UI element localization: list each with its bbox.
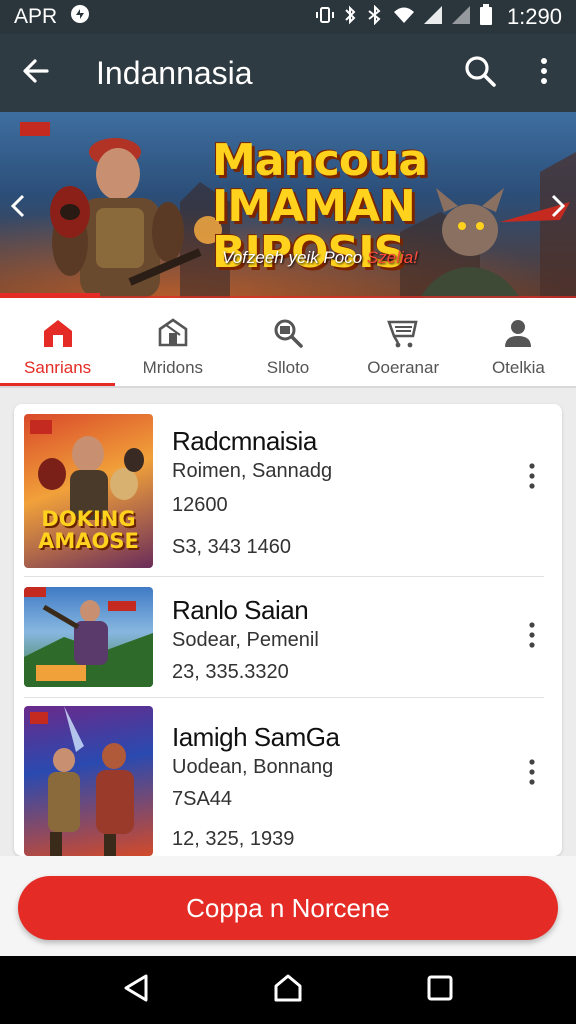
item-title: Ranlo Saian	[172, 595, 309, 625]
tab-sanrians[interactable]: Sanrians	[0, 298, 116, 386]
banner-tagline-text: Vofzeeh yeik Poco	[222, 248, 367, 267]
thumbnail-caption-line2: AMAOSE	[38, 529, 139, 553]
more-vert-icon	[529, 621, 535, 653]
game-thumbnail	[24, 706, 153, 856]
item-meta: S3, 343 1460	[172, 536, 291, 558]
nav-recents-button[interactable]	[410, 960, 470, 1020]
home-icon	[41, 316, 75, 350]
tab-label: Otelkia	[491, 358, 545, 377]
list-item[interactable]: Iamigh SamGa Uodean, Bonnang 7SA44 12, 3…	[14, 698, 562, 856]
system-nav-bar	[0, 956, 576, 1024]
item-more-button[interactable]	[516, 617, 548, 657]
app-title: Indannasia	[96, 54, 253, 91]
banner-tagline: Vofzeeh yeik Poco Szelia!	[222, 248, 418, 268]
item-more-button[interactable]	[516, 458, 548, 498]
game-thumbnail: DOKING AMAOSE	[24, 414, 153, 568]
item-title: Radcmnaisia	[172, 426, 317, 456]
search-button[interactable]	[448, 34, 512, 112]
wifi-icon	[393, 5, 415, 30]
item-title: Iamigh SamGa	[172, 722, 340, 752]
home-circle-icon	[273, 973, 303, 1008]
tab-mridons[interactable]: Mridons	[115, 298, 230, 386]
promo-banner[interactable]: Mancoua IMAMAN BIPOSIS Vofzeeh yeik Poco…	[0, 112, 576, 298]
tab-label: Sanrians	[24, 358, 92, 377]
item-meta: 12, 325, 1939	[172, 828, 295, 850]
item-more-button[interactable]	[516, 754, 548, 794]
cart-icon	[386, 316, 420, 350]
thumbnail-caption: DOKING AMAOSE	[28, 508, 149, 552]
chevron-left-icon	[10, 193, 26, 227]
item-number: 7SA44	[172, 788, 233, 810]
status-bar: APR 1:290	[0, 0, 576, 34]
battery-icon	[479, 3, 493, 31]
list-item[interactable]: DOKING AMAOSE Radcmnaisia Roimen, Sannad…	[14, 404, 562, 576]
overflow-menu-button[interactable]	[512, 34, 576, 112]
banner-title-line1: Mancoua IMAMAN	[212, 135, 428, 232]
banner-prev-button[interactable]	[4, 192, 32, 228]
more-vert-icon	[540, 57, 548, 90]
back-triangle-icon	[122, 973, 150, 1008]
recents-square-icon	[426, 974, 454, 1007]
banner-tagline-highlight: Szelia!	[366, 248, 418, 267]
tab-ooeranar[interactable]: Ooeranar	[346, 298, 461, 386]
bluetooth-icon-2	[365, 4, 385, 30]
list-item[interactable]: Ranlo Saian Sodear, Pemenil 23, 335.3320	[14, 577, 562, 697]
back-arrow-icon	[21, 56, 51, 91]
nav-home-button[interactable]	[258, 960, 318, 1020]
search-box-icon	[271, 316, 305, 350]
more-vert-icon	[529, 758, 535, 790]
game-list: DOKING AMAOSE Radcmnaisia Roimen, Sannad…	[14, 404, 562, 856]
status-date: APR	[14, 5, 58, 28]
tab-label: Slloto	[266, 358, 310, 377]
search-icon	[463, 54, 497, 93]
signal-icon	[423, 5, 443, 30]
signal-icon-2	[451, 5, 471, 30]
tab-label: Ooeranar	[367, 358, 440, 377]
status-time: 1:290	[506, 4, 562, 29]
app-bar: Indannasia	[0, 34, 576, 112]
category-tabs: Sanrians Mridons Slloto Ooeranar Otelkia	[0, 298, 576, 388]
notification-icon	[69, 3, 91, 31]
thumbnail-art	[30, 706, 134, 856]
nav-back-button[interactable]	[106, 960, 166, 1020]
item-subtitle: Uodean, Bonnang	[172, 756, 334, 778]
tab-slloto[interactable]: Slloto	[230, 298, 345, 386]
tab-label: Mridons	[142, 358, 204, 377]
thumbnail-art	[24, 587, 153, 687]
item-subtitle: Sodear, Pemenil	[172, 629, 319, 651]
game-thumbnail	[24, 587, 153, 687]
item-number: 12600	[172, 494, 228, 516]
person-icon	[501, 316, 535, 350]
thumbnail-caption-line1: DOKING	[41, 507, 136, 531]
back-button[interactable]	[0, 34, 72, 112]
more-vert-icon	[529, 462, 535, 494]
chevron-right-icon	[550, 193, 566, 227]
vibrate-icon	[315, 5, 335, 30]
item-meta: 23, 335.3320	[172, 661, 289, 683]
bluetooth-icon	[343, 5, 357, 30]
item-subtitle: Roimen, Sannadg	[172, 460, 333, 482]
store-icon	[156, 316, 190, 350]
cta-area: Coppa n Norcene	[0, 856, 576, 956]
primary-cta-button[interactable]: Coppa n Norcene	[18, 876, 558, 940]
banner-next-button[interactable]	[544, 192, 572, 228]
tab-otelkia[interactable]: Otelkia	[461, 298, 576, 386]
